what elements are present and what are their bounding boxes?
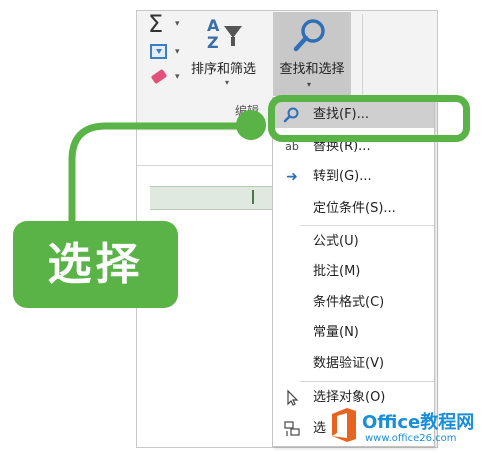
callout-label: 选择 (13, 221, 178, 308)
office-logo-icon (332, 408, 356, 442)
callout-anchor-dot (236, 110, 266, 140)
watermark-brand: Office教程网 (362, 412, 475, 433)
watermark-url: www.office26.com (365, 433, 457, 444)
